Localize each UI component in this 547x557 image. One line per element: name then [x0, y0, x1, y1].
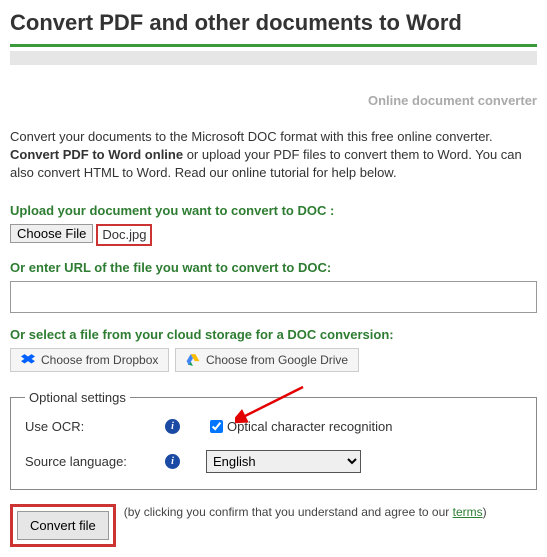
cloud-heading: Or select a file from your cloud storage…	[10, 327, 537, 342]
url-heading: Or enter URL of the file you want to con…	[10, 260, 537, 275]
upload-heading: Upload your document you want to convert…	[10, 203, 537, 218]
info-icon[interactable]: i	[165, 454, 180, 469]
convert-highlight: Convert file	[10, 504, 116, 547]
intro-pre: Convert your documents to the Microsoft …	[10, 129, 493, 144]
gdrive-label: Choose from Google Drive	[206, 353, 348, 367]
divider-green	[10, 44, 537, 47]
google-drive-icon	[186, 353, 200, 367]
choose-gdrive-button[interactable]: Choose from Google Drive	[175, 348, 359, 372]
dropbox-icon	[21, 353, 35, 367]
info-icon[interactable]: i	[165, 419, 180, 434]
subheading: Online document converter	[10, 93, 537, 108]
lang-row-label: Source language:	[25, 454, 165, 469]
fineprint-pre: (by clicking you confirm that you unders…	[124, 505, 453, 519]
intro-paragraph: Convert your documents to the Microsoft …	[10, 128, 537, 183]
choose-dropbox-button[interactable]: Choose from Dropbox	[10, 348, 169, 372]
choose-file-button[interactable]: Choose File	[10, 224, 93, 243]
optional-settings-fieldset: Optional settings Use OCR: i Optical cha…	[10, 390, 537, 490]
page-title: Convert PDF and other documents to Word	[10, 10, 537, 36]
convert-file-button[interactable]: Convert file	[17, 511, 109, 540]
terms-link[interactable]: terms	[453, 505, 483, 519]
divider-grey	[10, 51, 537, 65]
fineprint: (by clicking you confirm that you unders…	[124, 504, 487, 521]
intro-bold: Convert PDF to Word online	[10, 147, 183, 162]
url-input[interactable]	[10, 281, 537, 313]
ocr-text: Optical character recognition	[227, 419, 392, 434]
ocr-row-label: Use OCR:	[25, 419, 165, 434]
selected-file-name: Doc.jpg	[96, 224, 152, 246]
optional-legend: Optional settings	[25, 390, 130, 405]
dropbox-label: Choose from Dropbox	[41, 353, 158, 367]
fineprint-post: )	[483, 505, 487, 519]
ocr-checkbox[interactable]	[210, 420, 223, 433]
source-language-select[interactable]: English	[206, 450, 361, 473]
